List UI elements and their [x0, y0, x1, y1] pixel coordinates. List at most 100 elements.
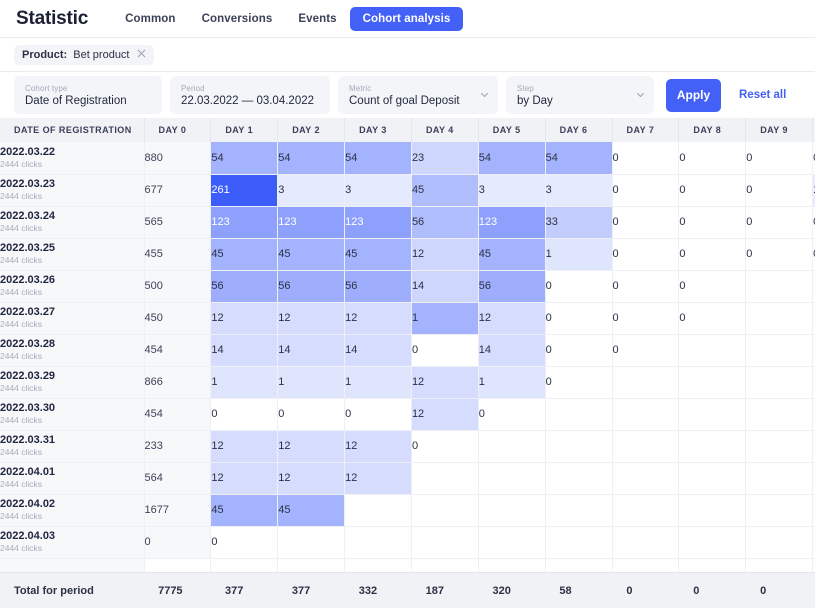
table-row[interactable]: 2022.03.27 2444 clicks 450 12 12 12 1 12 0 0 0 — [0, 302, 815, 335]
cell-day-6 — [545, 430, 613, 463]
column-header-day-1: DAY 1 — [210, 118, 279, 142]
cell-day-8: 0 — [678, 238, 747, 271]
cohort-date-value: 2022.03.28 — [0, 338, 56, 350]
table-row[interactable]: 2022.03.28 2444 clicks 454 14 14 14 0 14 0 0 — [0, 334, 815, 367]
cohort-clicks-value: 2444 clicks — [0, 191, 43, 201]
table-row[interactable]: 2022.04.03 2444 clicks 0 0 — [0, 526, 815, 559]
cohort-clicks-value: 2444 clicks — [0, 415, 43, 425]
cell-day-8 — [678, 462, 747, 495]
cell-day-5 — [478, 494, 546, 527]
apply-button[interactable]: Apply — [666, 78, 721, 112]
chevron-down-icon[interactable] — [636, 91, 645, 100]
tab-common[interactable]: Common — [112, 7, 188, 31]
table-row[interactable]: 2022.03.232444 clicks6772613345330001 — [0, 174, 815, 207]
column-header-day-0: DAY 0 — [144, 118, 212, 142]
cell-day-4 — [411, 526, 479, 559]
cell-day-9 — [745, 462, 814, 495]
tab-conversions[interactable]: Conversions — [189, 7, 286, 31]
cell-day-3: 1 — [344, 366, 412, 399]
cell-day-9 — [745, 398, 814, 431]
tab-bar: Common Conversions Events Cohort analysis — [112, 6, 464, 31]
step-select[interactable]: Step by Day — [506, 76, 654, 114]
reset-all-link[interactable]: Reset all — [739, 89, 786, 101]
cell-day-9: 0 — [745, 206, 814, 239]
cohort-type-select[interactable]: Cohort type Date of Registration — [14, 76, 162, 114]
cell-day-7: 0 — [612, 142, 680, 175]
cohort-table-body: 2022.03.222444 clicks8805454542354540000… — [0, 142, 815, 572]
step-value: by Day — [517, 94, 553, 107]
cohort-date-cell: 2022.03.25 2444 clicks — [0, 238, 145, 271]
period-input[interactable]: Period 22.03.2022 — 03.04.2022 — [170, 76, 330, 114]
cohort-table-container[interactable]: DATE OF REGISTRATION DAY 0 DAY 1 DAY 2 DAY 3… — [0, 118, 815, 572]
cell-day-5: 0 — [478, 398, 546, 431]
table-row[interactable]: 2022.03.29 2444 clicks 866 1 1 1 12 1 0 — [0, 366, 815, 399]
totals-value-day-2: 377 — [291, 585, 311, 597]
cell-day-0: 564 — [144, 462, 212, 495]
tab-events[interactable]: Events — [285, 7, 349, 31]
cell-day-3: 12 — [344, 462, 412, 495]
top-bar: Statistic Common Conversions Events Cohort … — [0, 0, 815, 38]
spacer-cell — [678, 558, 747, 572]
spacer-cell — [0, 558, 145, 572]
totals-label: Total for period — [14, 585, 94, 597]
cell-day-1: 0 — [210, 526, 279, 559]
cell-day-1: 12 — [210, 302, 279, 335]
cell-day-3: 12 — [344, 430, 412, 463]
cell-day-1: 54 — [210, 142, 279, 175]
cohort-date-cell: 2022.03.31 2444 clicks — [0, 430, 145, 463]
cell-day-6: 1 — [545, 238, 613, 271]
cohort-date-value: 2022.03.23 — [0, 178, 56, 190]
table-row[interactable]: 2022.03.24 2444 clicks 565 123 123 123 56 123 33… — [0, 206, 815, 239]
column-header-date: DATE OF REGISTRATION — [0, 118, 145, 142]
cell-day-1: 56 — [210, 270, 279, 303]
table-row[interactable]: 2022.04.02 2444 clicks 1677 45 45 — [0, 494, 815, 527]
tab-cohort-analysis[interactable]: Cohort analysis — [349, 6, 464, 31]
column-header-day-9: DAY 9 — [745, 118, 814, 142]
period-label: Period — [181, 83, 205, 93]
cell-day-2: 14 — [277, 334, 346, 367]
table-row[interactable]: 2022.03.26 2444 clicks 500 56 56 56 14 56 0 0 0 — [0, 270, 815, 303]
cell-day-3: 14 — [344, 334, 412, 367]
cohort-clicks-value: 2444 clicks — [0, 319, 43, 329]
cell-day-6: 54 — [545, 142, 613, 175]
chip-value-label: Bet product — [73, 48, 130, 61]
close-icon[interactable] — [136, 49, 146, 61]
cell-day-8 — [678, 494, 747, 527]
cell-day-0: 233 — [144, 430, 212, 463]
cohort-date-value: 2022.03.27 — [0, 306, 56, 318]
totals-value-day-1: 377 — [224, 585, 244, 597]
table-row[interactable]: 2022.03.222444 clicks8805454542354540000 — [0, 142, 815, 175]
cell-day-7: 0 — [612, 238, 680, 271]
cohort-date-cell: 2022.04.01 2444 clicks — [0, 462, 145, 495]
table-row[interactable]: 2022.03.31 2444 clicks 233 12 12 12 0 — [0, 430, 815, 463]
cell-day-5: 56 — [478, 270, 546, 303]
cell-day-3: 12 — [344, 302, 412, 335]
cell-day-5: 45 — [478, 238, 546, 271]
cell-day-9 — [745, 430, 814, 463]
cell-day-7 — [612, 462, 680, 495]
chevron-down-icon[interactable] — [480, 91, 489, 100]
cell-day-1: 45 — [210, 494, 279, 527]
cell-day-3: 56 — [344, 270, 412, 303]
cell-day-0: 880 — [144, 142, 212, 175]
metric-value: Count of goal Deposit — [349, 94, 460, 107]
table-row[interactable]: 2022.03.252444 clicks455454545124510000 — [0, 238, 815, 271]
step-label: Step — [517, 83, 534, 93]
product-filter-chip[interactable]: Product: Bet product — [14, 44, 154, 65]
cell-day-4: 56 — [411, 206, 479, 239]
cohort-type-label: Cohort type — [25, 83, 68, 93]
cell-day-6 — [545, 462, 613, 495]
cell-day-7 — [612, 430, 680, 463]
cell-day-5: 54 — [478, 142, 546, 175]
metric-select[interactable]: Metric Count of goal Deposit — [338, 76, 498, 114]
cohort-table-head: DATE OF REGISTRATION DAY 0 DAY 1 DAY 2 DAY 3… — [0, 118, 815, 142]
cohort-analysis-page: Statistic Common Conversions Events Cohort … — [0, 0, 815, 608]
cell-day-1: 12 — [210, 462, 279, 495]
cell-day-8 — [678, 430, 747, 463]
cell-day-0: 454 — [144, 398, 212, 431]
table-row[interactable]: 2022.04.01 2444 clicks 564 12 12 12 — [0, 462, 815, 495]
totals-table: Total for period 7775 377 377 332 187 320 58 0 0 0… — [0, 573, 815, 608]
table-row[interactable]: 2022.03.30 2444 clicks 454 0 0 0 12 0 — [0, 398, 815, 431]
cell-day-1: 1 — [210, 366, 279, 399]
cell-day-8 — [678, 398, 747, 431]
